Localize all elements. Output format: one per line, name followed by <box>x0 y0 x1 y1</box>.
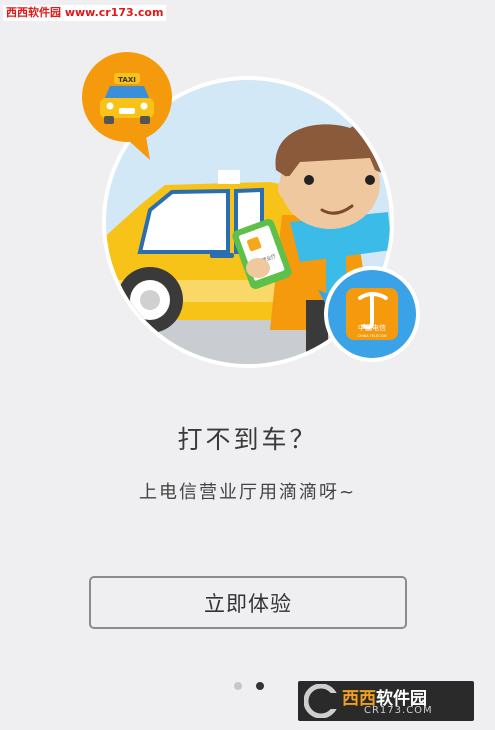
try-now-button[interactable]: 立即体验 <box>89 576 407 629</box>
watermark-url: CR173.COM <box>364 705 433 716</box>
taxi-sign-text: TAXI <box>118 76 136 84</box>
hero-illustration: 电信营业厅 TAXI 中国电信 CHINA TELECOM <box>82 52 420 368</box>
badge-brand-text: 中国电信 <box>358 323 386 332</box>
badge-brand-en-text: CHINA TELECOM <box>358 334 387 338</box>
page-indicator <box>234 682 264 690</box>
page-dot-1[interactable] <box>234 682 242 690</box>
watermark-bottom: 西西软件园 CR173.COM <box>298 681 474 721</box>
page-title: 打不到车？ <box>177 425 318 454</box>
page-subtitle: 上电信营业厅用滴滴呀~ <box>138 482 357 503</box>
cr173-logo-icon <box>304 684 338 718</box>
page-dot-2-active[interactable] <box>256 682 264 690</box>
